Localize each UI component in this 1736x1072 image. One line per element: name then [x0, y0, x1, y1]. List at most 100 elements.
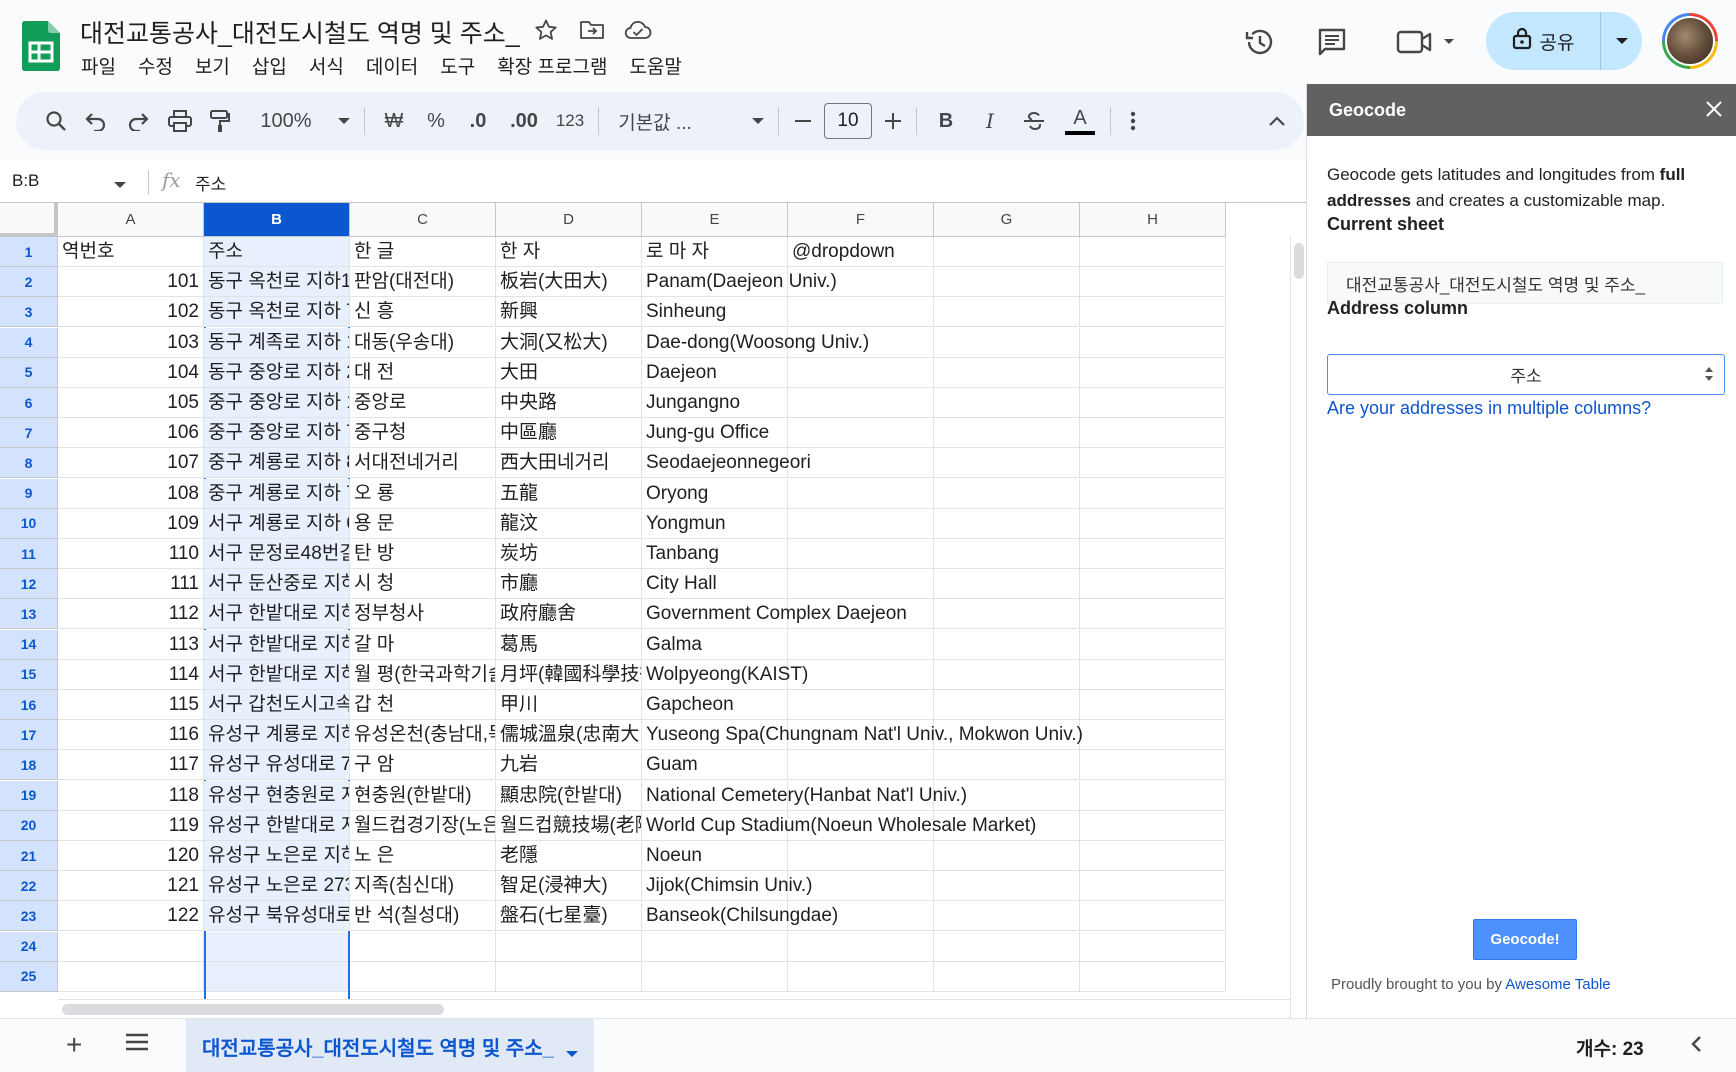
menu-tools[interactable]: 도구: [429, 50, 486, 81]
data-cell[interactable]: 대 전: [350, 357, 496, 388]
sheet-tab[interactable]: 대전교통공사_대전도시철도 역명 및 주소_: [186, 1019, 594, 1072]
cell-empty[interactable]: [496, 961, 642, 992]
selection-count[interactable]: 개수: 23: [1576, 1034, 1644, 1061]
cell-empty[interactable]: [1080, 871, 1226, 902]
station-number-cell[interactable]: 102: [58, 297, 204, 328]
cell-empty[interactable]: [1080, 327, 1226, 358]
data-cell[interactable]: 월드컵競技場(老隱: [496, 810, 642, 841]
cell-empty[interactable]: [788, 478, 934, 509]
data-cell[interactable]: 龍汶: [496, 508, 642, 539]
data-cell[interactable]: 儒城溫泉(忠南大,牧: [496, 720, 642, 751]
station-number-cell[interactable]: 113: [58, 629, 204, 660]
data-cell[interactable]: 市廳: [496, 569, 642, 600]
row-header-24[interactable]: 24: [0, 931, 58, 962]
station-number-cell[interactable]: 107: [58, 448, 204, 479]
data-cell[interactable]: Jungangno: [642, 388, 788, 418]
data-cell[interactable]: Jijok(Chimsin Univ.): [642, 871, 812, 902]
cell-empty[interactable]: [1080, 931, 1226, 962]
sheet-tab-dropdown-icon[interactable]: [566, 1041, 578, 1064]
menu-file[interactable]: 파일: [70, 50, 127, 81]
cell-empty[interactable]: [1080, 357, 1226, 388]
percent-format-button[interactable]: %: [418, 92, 454, 150]
data-cell[interactable]: 葛馬: [496, 629, 642, 660]
cell-empty[interactable]: [788, 508, 934, 539]
data-cell[interactable]: 新興: [496, 297, 642, 328]
header-cell[interactable]: 로 마 자: [642, 237, 788, 267]
cell-empty[interactable]: [1080, 599, 1226, 630]
share-main[interactable]: 공유: [1486, 12, 1601, 70]
cell-empty[interactable]: [934, 327, 1080, 358]
row-header-8[interactable]: 8: [0, 448, 58, 479]
folder-move-icon[interactable]: [576, 14, 608, 46]
cell-empty[interactable]: [1080, 237, 1226, 267]
cell-empty[interactable]: [934, 931, 1080, 962]
cell-empty[interactable]: [788, 659, 934, 690]
data-cell[interactable]: Yongmun: [642, 508, 788, 539]
data-cell[interactable]: Oryong: [642, 478, 788, 509]
data-cell[interactable]: 월 평(한국과학기술: [350, 659, 496, 690]
data-cell[interactable]: 盤石(七星臺): [496, 901, 642, 932]
cell-empty[interactable]: [642, 931, 788, 962]
doc-title[interactable]: 대전교통공사_대전도시철도 역명 및 주소_: [80, 14, 520, 50]
increase-decimal-button[interactable]: .00: [502, 92, 546, 150]
data-cell[interactable]: Gapcheon: [642, 690, 788, 720]
row-header-4[interactable]: 4: [0, 327, 58, 358]
cell-empty[interactable]: [1080, 810, 1226, 841]
cell-empty[interactable]: [1080, 629, 1226, 660]
station-number-cell[interactable]: 119: [58, 810, 204, 841]
row-header-3[interactable]: 3: [0, 297, 58, 328]
column-header-h[interactable]: H: [1080, 203, 1226, 237]
multi-column-link[interactable]: Are your addresses in multiple columns?: [1327, 398, 1651, 419]
station-number-cell[interactable]: 121: [58, 871, 204, 902]
cell-empty[interactable]: [1080, 961, 1226, 992]
data-cell[interactable]: Government Complex Daejeon: [642, 599, 907, 630]
cell-empty[interactable]: [1080, 539, 1226, 569]
menu-help[interactable]: 도움말: [618, 50, 692, 81]
data-cell[interactable]: Galma: [642, 629, 788, 660]
menu-extensions[interactable]: 확장 프로그램: [486, 50, 618, 81]
cell-empty[interactable]: [1080, 267, 1226, 298]
station-number-cell[interactable]: 101: [58, 267, 204, 298]
cell-empty[interactable]: [1080, 720, 1226, 751]
data-cell[interactable]: 신 흥: [350, 297, 496, 328]
data-cell[interactable]: 老隱: [496, 841, 642, 871]
data-cell[interactable]: 五龍: [496, 478, 642, 509]
cell-empty[interactable]: [934, 871, 1080, 902]
data-cell[interactable]: Dae-dong(Woosong Univ.): [642, 327, 869, 358]
data-cell[interactable]: 동구 옥천로 지하1: [204, 267, 350, 298]
data-cell[interactable]: 板岩(大田大): [496, 267, 642, 298]
station-number-cell[interactable]: 111: [58, 569, 204, 600]
data-cell[interactable]: 유성구 노은로 지하: [204, 841, 350, 871]
data-cell[interactable]: 유성구 노은로 273: [204, 871, 350, 902]
cell-empty[interactable]: [1080, 448, 1226, 479]
data-cell[interactable]: 갑 천: [350, 690, 496, 720]
share-dropdown-button[interactable]: [1601, 12, 1642, 70]
data-cell[interactable]: 유성구 현충원로 지: [204, 780, 350, 811]
name-box-dropdown-icon[interactable]: [114, 176, 126, 194]
cell-empty[interactable]: [496, 931, 642, 962]
cell-empty[interactable]: [1080, 508, 1226, 539]
row-header-9[interactable]: 9: [0, 478, 58, 509]
station-number-cell[interactable]: 114: [58, 659, 204, 690]
meet-icon[interactable]: [1392, 22, 1462, 62]
font-select[interactable]: 기본값 ...: [610, 92, 700, 150]
cell-empty[interactable]: [934, 569, 1080, 600]
cell-empty[interactable]: [642, 961, 788, 992]
station-number-cell[interactable]: 116: [58, 720, 204, 751]
station-number-cell[interactable]: 108: [58, 478, 204, 509]
close-icon[interactable]: [1701, 96, 1727, 122]
data-cell[interactable]: 용 문: [350, 508, 496, 539]
cell-empty[interactable]: [934, 297, 1080, 328]
data-cell[interactable]: 서대전네거리: [350, 448, 496, 479]
decrease-font-size-button[interactable]: [788, 92, 818, 150]
data-cell[interactable]: 大田: [496, 357, 642, 388]
zoom-dropdown-icon[interactable]: [332, 92, 356, 150]
decrease-decimal-button[interactable]: .0: [460, 92, 496, 150]
station-number-cell[interactable]: 120: [58, 841, 204, 871]
text-color-button[interactable]: A: [1062, 92, 1098, 150]
cell-empty[interactable]: [934, 841, 1080, 871]
row-header-25[interactable]: 25: [0, 961, 58, 992]
row-header-14[interactable]: 14: [0, 629, 58, 660]
station-number-cell[interactable]: 122: [58, 901, 204, 932]
data-cell[interactable]: 중앙로: [350, 388, 496, 418]
